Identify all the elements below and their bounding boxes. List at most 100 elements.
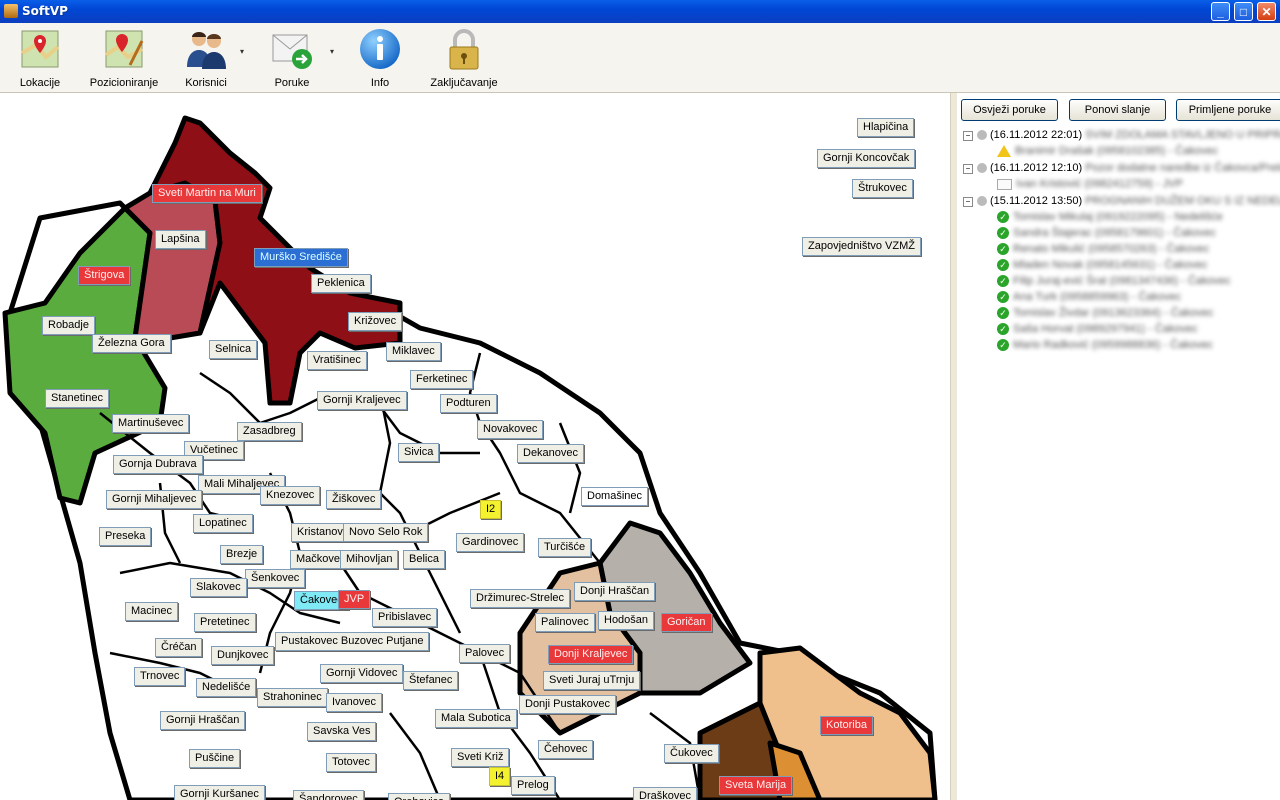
map-label[interactable]: Zasadbreg — [237, 422, 302, 441]
korisnici-dropdown-icon[interactable]: ▾ — [240, 47, 244, 56]
poruke-dropdown-icon[interactable]: ▾ — [330, 47, 334, 56]
recipient-row[interactable]: ✓ Mario Radković (0959988836) - Čakovec — [997, 337, 1213, 353]
map-label[interactable]: Vratišinec — [307, 351, 367, 370]
map-label[interactable]: Robadje — [42, 316, 95, 335]
info-button[interactable]: Info — [352, 27, 408, 89]
map-label[interactable]: Sveti Križ — [451, 748, 510, 767]
map-label[interactable]: JVP — [338, 590, 371, 609]
map-label[interactable]: Slakovec — [190, 578, 247, 597]
map-label[interactable]: Novakovec — [477, 420, 544, 439]
map-label[interactable]: Štrukovec — [852, 179, 913, 198]
map-label[interactable]: Gornji Kuršanec — [174, 785, 265, 800]
map-label[interactable]: Brezje — [220, 545, 264, 564]
map-label[interactable]: Draškovec — [633, 787, 697, 800]
map-label[interactable]: Šenkovec — [245, 569, 306, 588]
map-label[interactable]: Pustakovec Buzovec Putjane — [275, 632, 430, 651]
pozicioniranje-button[interactable]: Pozicioniranje — [86, 27, 162, 89]
map-label[interactable]: Gardinovec — [456, 533, 525, 552]
map-label[interactable]: Gornji Koncovčak — [817, 149, 916, 168]
map-label[interactable]: Trnovec — [134, 667, 186, 686]
map-label[interactable]: Sveta Marija — [719, 776, 793, 795]
map-label[interactable]: Peklenica — [311, 274, 371, 293]
resend-button[interactable]: Ponovi slanje — [1069, 99, 1166, 121]
map-label[interactable]: Sveti Juraj uTrnju — [543, 671, 641, 690]
map-label[interactable]: Knezovec — [260, 486, 321, 505]
map-label[interactable]: Sveti Martin na Muri — [152, 184, 262, 203]
map-label[interactable]: Prelog — [511, 776, 555, 795]
map-label[interactable]: Nedelišće — [196, 678, 257, 697]
map-label[interactable]: Železna Gora — [92, 334, 171, 353]
map-label[interactable]: Donji Kraljevec — [548, 645, 634, 664]
map-label[interactable]: Hodošan — [598, 611, 655, 630]
recipient-row[interactable]: Branimir Drašak (0958102385) - Čakovec — [997, 143, 1218, 159]
minimize-button[interactable]: _ — [1211, 2, 1230, 21]
poruke-button[interactable]: ▾ Poruke — [264, 27, 334, 89]
map-label[interactable]: Martinuševec — [112, 414, 190, 433]
map-label[interactable]: Selnica — [209, 340, 258, 359]
map-label[interactable]: Križovec — [348, 312, 403, 331]
map-label[interactable]: Šandorovec — [293, 790, 364, 800]
map-label[interactable]: Gornji Kraljevec — [317, 391, 407, 410]
map-label[interactable]: Murško Središće — [254, 248, 348, 267]
recipient-row[interactable]: ✓ Ana Turk (0958859963) - Čakovec — [997, 289, 1181, 305]
map-label[interactable]: Stanetinec — [45, 389, 109, 408]
municipality-map[interactable] — [0, 93, 950, 800]
map-label[interactable]: Donji Hraščan — [574, 582, 656, 601]
map-label[interactable]: Držimurec-Strelec — [470, 589, 571, 608]
map-label[interactable]: Gornji Hraščan — [160, 711, 246, 730]
refresh-messages-button[interactable]: Osvježi poruke — [961, 99, 1058, 121]
map-label[interactable]: Štefanec — [403, 671, 459, 690]
map-label[interactable]: Gornji Vidovec — [320, 664, 404, 683]
map-label[interactable]: Orehovica — [388, 793, 451, 800]
map-label[interactable]: Macinec — [125, 602, 178, 621]
received-messages-button[interactable]: Primljene poruke — [1176, 99, 1280, 121]
map-label[interactable]: Domašinec — [581, 487, 649, 506]
map-label[interactable]: I2 — [480, 500, 502, 519]
recipient-row[interactable]: Ivan Kristović (0982412759) - JVP — [997, 176, 1183, 192]
map-label[interactable]: Goričan — [661, 613, 712, 632]
map-label[interactable]: Palinovec — [535, 613, 595, 632]
map-label[interactable]: Preseka — [99, 527, 152, 546]
map-label[interactable]: Dekanovec — [517, 444, 585, 463]
recipient-row[interactable]: ✓ Sandra Štajerac (0958179601) - Čakovec — [997, 225, 1216, 241]
map-label[interactable]: I4 — [489, 767, 511, 786]
map-label[interactable]: Pribislavec — [372, 608, 438, 627]
map-label[interactable]: Mihovljan — [340, 550, 399, 569]
collapse-icon[interactable]: − — [963, 197, 973, 207]
map-label[interactable]: Savska Ves — [307, 722, 377, 741]
map-label[interactable]: Žiškovec — [326, 490, 382, 509]
recipient-row[interactable]: ✓ Tomislav Mikulaj (0919222095) - Nedeliš… — [997, 209, 1223, 225]
map-label[interactable]: Novo Selo Rok — [343, 523, 429, 542]
close-button[interactable]: ✕ — [1257, 2, 1276, 21]
map-label[interactable]: Mala Subotica — [435, 709, 517, 728]
map-label[interactable]: Podturen — [440, 394, 497, 413]
map-label[interactable]: Gornji Mihaljevec — [106, 490, 203, 509]
map-label[interactable]: Miklavec — [386, 342, 441, 361]
map-label[interactable]: Puščine — [189, 749, 241, 768]
recipient-row[interactable]: ✓ Filip Juraj-ević Šrat (0981347436) - Ča… — [997, 273, 1231, 289]
recipient-row[interactable]: ✓ Renato Mikulić (0958570263) - Čakovec — [997, 241, 1209, 257]
map-label[interactable]: Čréčan — [155, 638, 203, 657]
map-label[interactable]: Palovec — [459, 644, 511, 663]
map-label[interactable]: Strahoninec — [257, 688, 328, 707]
map-label[interactable]: Hlapičina — [857, 118, 915, 137]
lokacije-button[interactable]: Lokacije — [12, 27, 68, 89]
map-label[interactable]: Dunjkovec — [211, 646, 275, 665]
maximize-button[interactable]: □ — [1234, 2, 1253, 21]
map-label[interactable]: Lopatinec — [193, 514, 253, 533]
recipient-row[interactable]: ✓ Mladen Novak (0958145631) - Čakovec — [997, 257, 1207, 273]
zakljucavanje-button[interactable]: Zaključavanje — [430, 27, 498, 89]
map-area[interactable]: Hlapičina Gornji Koncovčak Štrukovec Zapovj… — [0, 93, 950, 800]
map-label[interactable]: Gornja Dubrava — [113, 455, 203, 474]
map-label[interactable]: Ivanovec — [326, 693, 383, 712]
map-label[interactable]: Sivica — [398, 443, 440, 462]
map-label[interactable]: Donji Pustakovec — [519, 695, 616, 714]
collapse-icon[interactable]: − — [963, 164, 973, 174]
map-label[interactable]: Čehovec — [538, 740, 594, 759]
map-label[interactable]: Kotoriba — [820, 716, 873, 735]
map-label[interactable]: Štrigova — [78, 266, 131, 285]
map-label[interactable]: Ferketinec — [410, 370, 474, 389]
map-label[interactable]: Belica — [403, 550, 445, 569]
map-label[interactable]: Pretetinec — [194, 613, 256, 632]
map-label[interactable]: Lapšina — [155, 230, 206, 249]
